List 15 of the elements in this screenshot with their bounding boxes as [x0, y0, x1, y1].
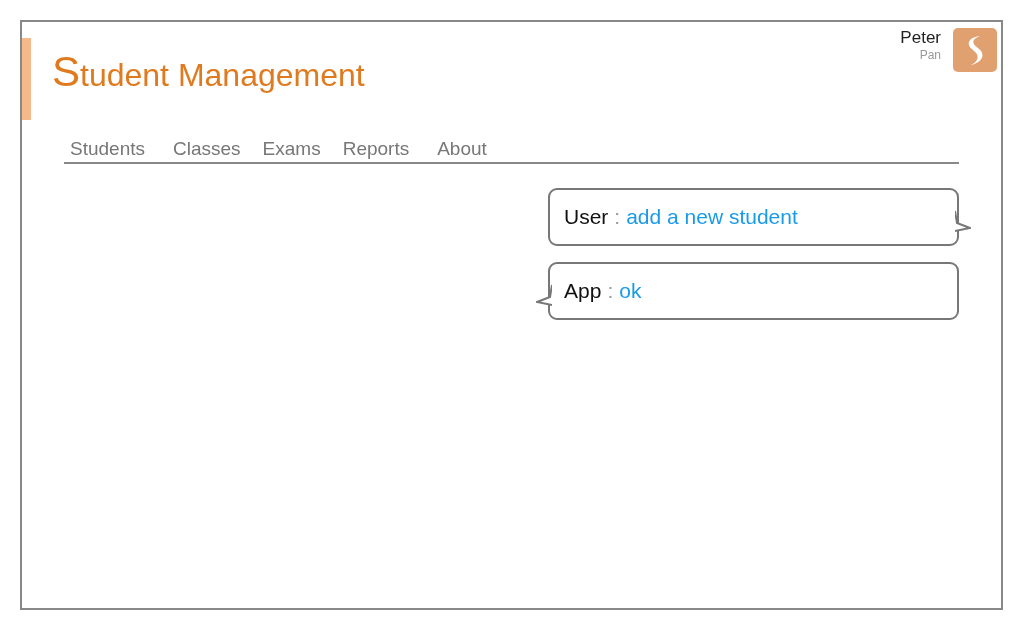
user-last-name: Pan: [919, 48, 941, 62]
avatar-icon[interactable]: [953, 28, 997, 72]
message-text: ok: [619, 279, 642, 303]
user-first-name: Peter: [900, 28, 941, 48]
nav-link[interactable]: About: [437, 138, 487, 160]
app-title: Student Management: [52, 48, 366, 96]
nav-link[interactable]: Classes: [173, 138, 241, 160]
message-text: add a new student: [626, 205, 798, 229]
nav-link[interactable]: Reports: [342, 138, 410, 160]
speaker-name: App: [564, 279, 602, 303]
separator: :: [614, 205, 621, 229]
separator: :: [607, 279, 614, 303]
nav-link[interactable]: Exams: [262, 138, 321, 160]
speaker-name: User: [564, 205, 609, 229]
nav-link[interactable]: Students: [70, 138, 145, 160]
